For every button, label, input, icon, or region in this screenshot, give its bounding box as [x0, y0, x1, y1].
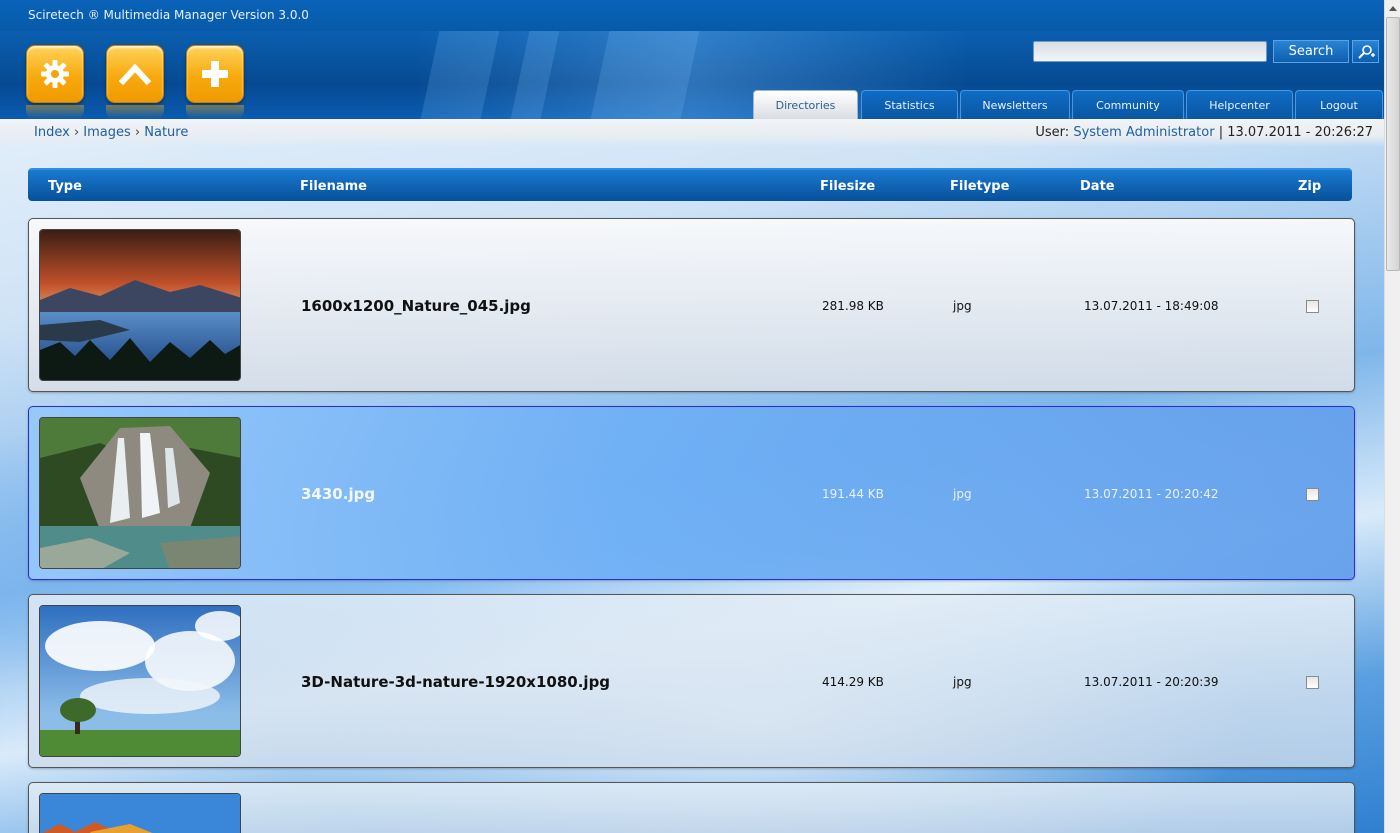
- column-header-date[interactable]: Date: [1080, 179, 1115, 194]
- tab-directories[interactable]: Directories: [753, 90, 858, 119]
- user-label: User:: [1035, 125, 1070, 140]
- add-button[interactable]: [186, 45, 244, 103]
- column-header-filename[interactable]: Filename: [300, 179, 367, 194]
- column-header-type[interactable]: Type: [48, 179, 82, 194]
- breadcrumb-item-nature[interactable]: Nature: [144, 125, 188, 140]
- window-title: Sciretech ® Multimedia Manager Version 3…: [0, 0, 1384, 31]
- tab-community[interactable]: Community: [1072, 90, 1184, 119]
- filename[interactable]: 3D-Nature-3d-nature-1920x1080.jpg: [301, 673, 610, 691]
- filetype: jpg: [953, 675, 972, 689]
- up-directory-button[interactable]: [106, 45, 164, 103]
- plus-icon: [202, 61, 228, 87]
- table-row[interactable]: [28, 782, 1355, 833]
- button-reflection: [186, 105, 244, 119]
- breadcrumb-item-images[interactable]: Images: [83, 125, 131, 140]
- header-decoration: [420, 31, 500, 119]
- filename[interactable]: 3430.jpg: [301, 485, 375, 503]
- zip-checkbox[interactable]: [1306, 676, 1319, 689]
- breadcrumb-separator: ›: [73, 125, 80, 140]
- filesize: 414.29 KB: [822, 675, 884, 689]
- column-header-filesize[interactable]: Filesize: [820, 179, 875, 194]
- breadcrumb-bar: Index › Images › Nature User: System Adm…: [0, 119, 1384, 147]
- filesize: 191.44 KB: [822, 487, 884, 501]
- search-input[interactable]: [1033, 41, 1267, 62]
- button-reflection: [106, 105, 164, 119]
- column-header-filetype[interactable]: Filetype: [950, 179, 1009, 194]
- tab-logout[interactable]: Logout: [1295, 90, 1383, 119]
- user-name-link[interactable]: System Administrator: [1073, 125, 1214, 140]
- breadcrumb: Index › Images › Nature: [34, 125, 188, 140]
- user-separator: |: [1218, 125, 1224, 140]
- tab-newsletters[interactable]: Newsletters: [960, 90, 1070, 119]
- scroll-thumb[interactable]: [1386, 17, 1400, 271]
- image-thumbnail[interactable]: [39, 793, 241, 833]
- search-button[interactable]: Search: [1273, 40, 1349, 63]
- filetype: jpg: [953, 487, 972, 501]
- app-header: Search Directories Statistics Newsletter…: [0, 31, 1384, 119]
- arrow-up-icon: [1389, 5, 1397, 11]
- column-header-zip[interactable]: Zip: [1298, 179, 1321, 194]
- breadcrumb-item-index[interactable]: Index: [34, 125, 70, 140]
- header-decoration: [590, 31, 700, 119]
- table-header: Type Filename Filesize Filetype Date Zip: [28, 168, 1352, 201]
- zip-checkbox[interactable]: [1306, 488, 1319, 501]
- current-datetime: 13.07.2011 - 20:26:27: [1227, 125, 1373, 140]
- advanced-search-button[interactable]: [1352, 40, 1379, 63]
- tab-helpcenter[interactable]: Helpcenter: [1186, 90, 1293, 119]
- table-row[interactable]: 1600x1200_Nature_045.jpg 281.98 KB jpg 1…: [28, 218, 1355, 392]
- file-date: 13.07.2011 - 18:49:08: [1084, 299, 1219, 313]
- filename[interactable]: 1600x1200_Nature_045.jpg: [301, 297, 531, 315]
- image-thumbnail[interactable]: [39, 417, 241, 569]
- settings-button[interactable]: [26, 45, 84, 103]
- scroll-up-button[interactable]: [1385, 0, 1400, 16]
- tab-statistics[interactable]: Statistics: [861, 90, 958, 119]
- filesize: 281.98 KB: [822, 299, 884, 313]
- image-thumbnail[interactable]: [39, 605, 241, 757]
- filetype: jpg: [953, 299, 972, 313]
- user-info: User: System Administrator | 13.07.2011 …: [1035, 125, 1373, 140]
- header-decoration: [510, 31, 560, 119]
- gear-icon: [41, 60, 69, 88]
- zip-checkbox[interactable]: [1306, 300, 1319, 313]
- vertical-scrollbar[interactable]: [1384, 0, 1400, 833]
- magnifier-plus-icon: [1357, 44, 1375, 59]
- chevron-up-icon: [118, 63, 152, 86]
- image-thumbnail[interactable]: [39, 229, 241, 381]
- breadcrumb-separator: ›: [134, 125, 141, 140]
- button-reflection: [26, 105, 84, 119]
- file-date: 13.07.2011 - 20:20:42: [1084, 487, 1219, 501]
- table-row[interactable]: 3D-Nature-3d-nature-1920x1080.jpg 414.29…: [28, 594, 1355, 768]
- table-row[interactable]: 3430.jpg 191.44 KB jpg 13.07.2011 - 20:2…: [28, 406, 1355, 580]
- file-date: 13.07.2011 - 20:20:39: [1084, 675, 1219, 689]
